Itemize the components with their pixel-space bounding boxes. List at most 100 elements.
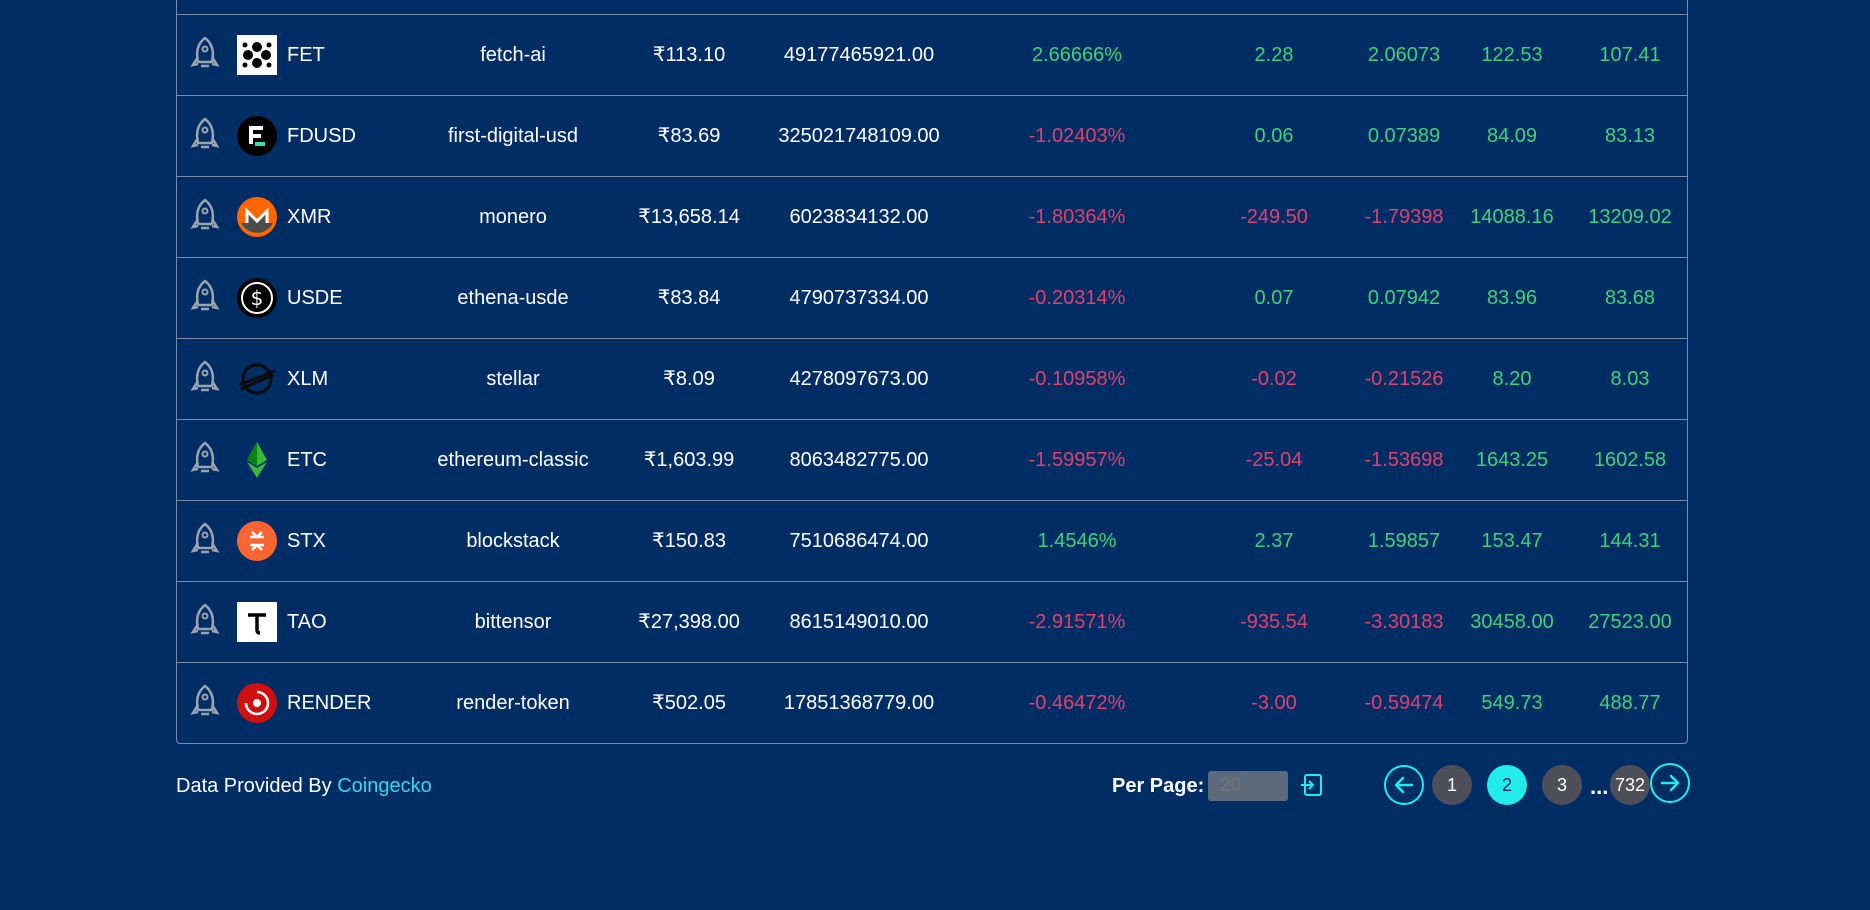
ethena-usde-logo-icon: $ — [237, 278, 277, 318]
rocket-icon[interactable] — [189, 197, 221, 237]
high-24h: 8.20 — [1492, 368, 1532, 390]
bittensor-logo-icon — [237, 602, 277, 642]
price-change-percent: 1.4546% — [1037, 530, 1117, 552]
high-24h: 153.47 — [1481, 530, 1543, 552]
svg-text:$: $ — [251, 286, 264, 310]
coin-id: fetch-ai — [480, 44, 546, 66]
page-button-1[interactable]: 1 — [1432, 765, 1472, 805]
page-button-last[interactable]: 732 — [1610, 765, 1650, 805]
market-cap-change: -3.30183 — [1364, 611, 1444, 633]
monero-logo-icon — [237, 197, 277, 237]
market-cap: 4278097673.00 — [789, 368, 929, 390]
market-cap: 4790737334.00 — [789, 287, 929, 309]
low-24h: 1602.58 — [1593, 449, 1667, 471]
price-change-percent: -0.46472% — [1028, 692, 1126, 714]
coin-id: ethena-usde — [457, 287, 569, 309]
high-24h: 549.73 — [1481, 692, 1543, 714]
price-change-percent: -0.10958% — [1028, 368, 1126, 390]
fdusd-logo-icon — [237, 116, 277, 156]
market-cap: 8615149010.00 — [789, 611, 929, 633]
table-row[interactable]: XMR monero ₹13,658.14 6023834132.00 -1.80364… — [177, 176, 1687, 257]
price-change-percent: -1.80364% — [1028, 206, 1126, 228]
price-change-24h: 0.06 — [1254, 125, 1294, 147]
high-24h: 30458.00 — [1470, 611, 1554, 633]
rocket-icon[interactable] — [189, 116, 221, 156]
table-row[interactable]: ETC ethereum-classic ₹1,603.99 8063482775.0… — [177, 419, 1687, 500]
low-24h: 107.41 — [1599, 44, 1661, 66]
market-cap: 7510686474.00 — [789, 530, 929, 552]
coin-symbol: FET — [287, 44, 325, 66]
coin-id: render-token — [456, 692, 570, 714]
table-row[interactable]: $ USDE ethena-usde ₹83.84 4790737334.00 -0.20… — [177, 257, 1687, 338]
high-24h: 14088.16 — [1470, 206, 1554, 228]
coin-price: ₹8.09 — [663, 368, 715, 390]
price-change-percent: -2.91571% — [1028, 611, 1126, 633]
price-change-24h: -3.00 — [1251, 692, 1297, 714]
high-24h: 122.53 — [1481, 44, 1543, 66]
market-cap: 325021748109.00 — [778, 125, 940, 147]
coin-id: blockstack — [466, 530, 560, 552]
coin-symbol: XMR — [287, 206, 332, 228]
render-logo-icon — [237, 683, 277, 723]
rocket-icon[interactable] — [189, 521, 221, 561]
coin-price: ₹83.69 — [657, 125, 721, 147]
coin-symbol: ETC — [287, 449, 327, 471]
rocket-icon[interactable] — [189, 35, 221, 75]
price-change-24h: -0.02 — [1251, 368, 1297, 390]
high-24h: 84.09 — [1486, 125, 1538, 147]
price-change-percent: 2.66666% — [1031, 44, 1123, 66]
market-cap: 6023834132.00 — [789, 206, 929, 228]
price-change-24h: 0.07 — [1254, 287, 1294, 309]
coin-price: ₹1,603.99 — [643, 449, 735, 471]
coin-price: ₹150.83 — [652, 530, 726, 552]
market-cap-change: 0.07389 — [1367, 125, 1441, 147]
table-row[interactable]: STX blockstack ₹150.83 7510686474.00 1.4546%… — [177, 500, 1687, 581]
market-cap-change: -0.59474 — [1364, 692, 1444, 714]
fetch-ai-logo-icon — [237, 35, 277, 75]
page-button-2-active[interactable]: 2 — [1487, 765, 1527, 805]
table-row[interactable]: FET fetch-ai ₹113.10 49177465921.00 2.66666%… — [177, 14, 1687, 95]
rocket-icon[interactable] — [189, 278, 221, 318]
coin-symbol: USDE — [287, 287, 343, 309]
coin-price: ₹13,658.14 — [638, 206, 740, 228]
table-row[interactable]: XLM stellar ₹8.09 4278097673.00 -0.10958% -0.… — [177, 338, 1687, 419]
header-divider — [177, 14, 1687, 15]
high-24h: 1643.25 — [1475, 449, 1549, 471]
price-change-24h: 2.37 — [1254, 530, 1294, 552]
low-24h: 144.31 — [1599, 530, 1661, 552]
coin-table: FET fetch-ai ₹113.10 49177465921.00 2.66666%… — [176, 0, 1688, 744]
arrow-left-icon — [1394, 776, 1414, 794]
low-24h: 27523.00 — [1588, 611, 1672, 633]
table-row[interactable]: RENDER render-token ₹502.05 17851368779.00 -… — [177, 662, 1687, 743]
market-cap: 8063482775.00 — [789, 449, 929, 471]
market-cap-change: -0.21526 — [1364, 368, 1444, 390]
coin-id: stellar — [486, 368, 540, 390]
rocket-icon[interactable] — [189, 683, 221, 723]
market-cap-change: -1.79398 — [1364, 206, 1444, 228]
per-page-input[interactable] — [1208, 771, 1288, 801]
rocket-icon[interactable] — [189, 359, 221, 399]
rocket-icon[interactable] — [189, 440, 221, 480]
page-button-3[interactable]: 3 — [1542, 765, 1582, 805]
low-24h: 13209.02 — [1588, 206, 1672, 228]
price-change-percent: -0.20314% — [1028, 287, 1126, 309]
coin-symbol: FDUSD — [287, 125, 356, 147]
price-change-24h: -249.50 — [1240, 206, 1308, 228]
ethereum-classic-logo-icon — [247, 442, 267, 478]
next-page-button[interactable] — [1650, 763, 1690, 803]
per-page-label: Per Page: — [1112, 775, 1205, 797]
market-cap-change: 1.59857 — [1367, 530, 1441, 552]
coin-symbol: STX — [287, 530, 326, 552]
market-cap-change: 2.06073 — [1367, 44, 1441, 66]
enter-icon[interactable] — [1299, 773, 1323, 797]
low-24h: 8.03 — [1610, 368, 1650, 390]
table-row[interactable]: FDUSD first-digital-usd ₹83.69 325021748109… — [177, 95, 1687, 176]
rocket-icon[interactable] — [189, 602, 221, 642]
table-row[interactable]: TAO bittensor ₹27,398.00 8615149010.00 -2.91… — [177, 581, 1687, 662]
stellar-logo-icon — [238, 363, 276, 395]
prev-page-button[interactable] — [1384, 765, 1424, 805]
coin-id: bittensor — [474, 611, 552, 633]
low-24h: 488.77 — [1599, 692, 1661, 714]
coin-price: ₹113.10 — [652, 44, 726, 66]
coingecko-link[interactable]: Coingecko — [337, 775, 432, 797]
